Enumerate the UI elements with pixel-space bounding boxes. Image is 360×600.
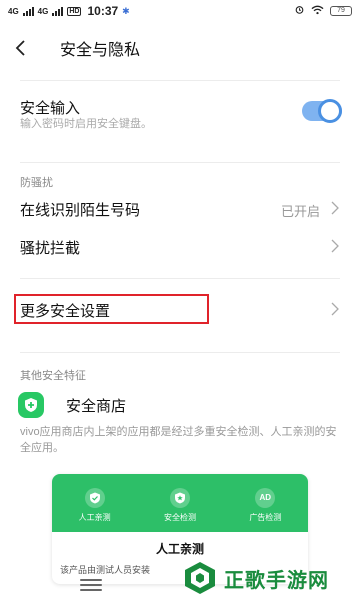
harass-block-label: 骚扰拦截 — [20, 240, 81, 257]
divider — [20, 278, 340, 279]
divider — [20, 352, 340, 353]
feature-label: 人工亲测 — [78, 512, 111, 522]
check-shield-icon — [84, 487, 105, 508]
secure-input-toggle[interactable] — [302, 99, 342, 123]
menu-icon[interactable] — [80, 576, 102, 594]
signal-bars-icon-1 — [22, 6, 34, 16]
chevron-right-icon — [331, 239, 339, 253]
feature-label: 广告检测 — [249, 512, 282, 522]
watermark-logo-icon — [185, 562, 215, 594]
divider — [20, 80, 340, 81]
wifi-icon — [311, 5, 324, 18]
stranger-id-label: 在线识别陌生号码 — [20, 202, 141, 219]
back-arrow-icon[interactable] — [14, 30, 54, 66]
highlight-box — [14, 294, 209, 324]
signal-bars-icon-2 — [52, 6, 64, 16]
toggle-knob — [318, 99, 342, 123]
feature-manual-test: 人工亲测 — [78, 487, 111, 523]
ad-icon: AD — [255, 487, 276, 508]
card-title: 人工亲测 — [155, 542, 204, 556]
feature-ad-check: AD 广告检测 — [249, 487, 282, 523]
section-label-anti-harass: 防骚扰 — [20, 177, 53, 189]
feature-security-check: 安全检测 — [163, 487, 196, 523]
clock: 10:37 — [87, 4, 119, 18]
store-shield-icon[interactable] — [18, 392, 44, 418]
status-left: 4G 4G HD 10:37 ✱ — [8, 4, 130, 18]
feature-label: 安全检测 — [163, 512, 196, 522]
alarm-icon — [294, 4, 305, 18]
watermark-text: 正歌手游网 — [224, 569, 329, 592]
watermark: 正歌手游网 — [182, 560, 329, 596]
signal-label-2: 4G — [37, 6, 49, 16]
card-header: 人工亲测 安全检测 AD 广告检测 — [52, 474, 308, 532]
header: 安全与隐私 — [0, 30, 360, 66]
hd-badge: HD — [67, 6, 82, 16]
status-right: 79 — [294, 4, 352, 18]
stranger-id-status: 已开启 — [280, 204, 320, 219]
page-title: 安全与隐私 — [60, 42, 141, 59]
divider — [20, 162, 340, 163]
secure-input-subtitle: 输入密码时启用安全键盘。 — [20, 118, 152, 130]
notification-icon: ✱ — [122, 5, 130, 16]
signal-label-1: 4G — [8, 6, 19, 16]
store-description: vivo应用商店内上架的应用都是经过多重安全检测、人工亲测的安全应用。 — [20, 426, 337, 454]
section-label-other-features: 其他安全特征 — [20, 370, 86, 382]
status-bar: 4G 4G HD 10:37 ✱ 79 — [0, 0, 360, 22]
star-shield-icon — [169, 487, 190, 508]
chevron-right-icon — [331, 201, 339, 215]
battery-icon: 79 — [330, 6, 352, 16]
store-title[interactable]: 安全商店 — [66, 395, 126, 416]
chevron-right-icon — [331, 302, 339, 316]
